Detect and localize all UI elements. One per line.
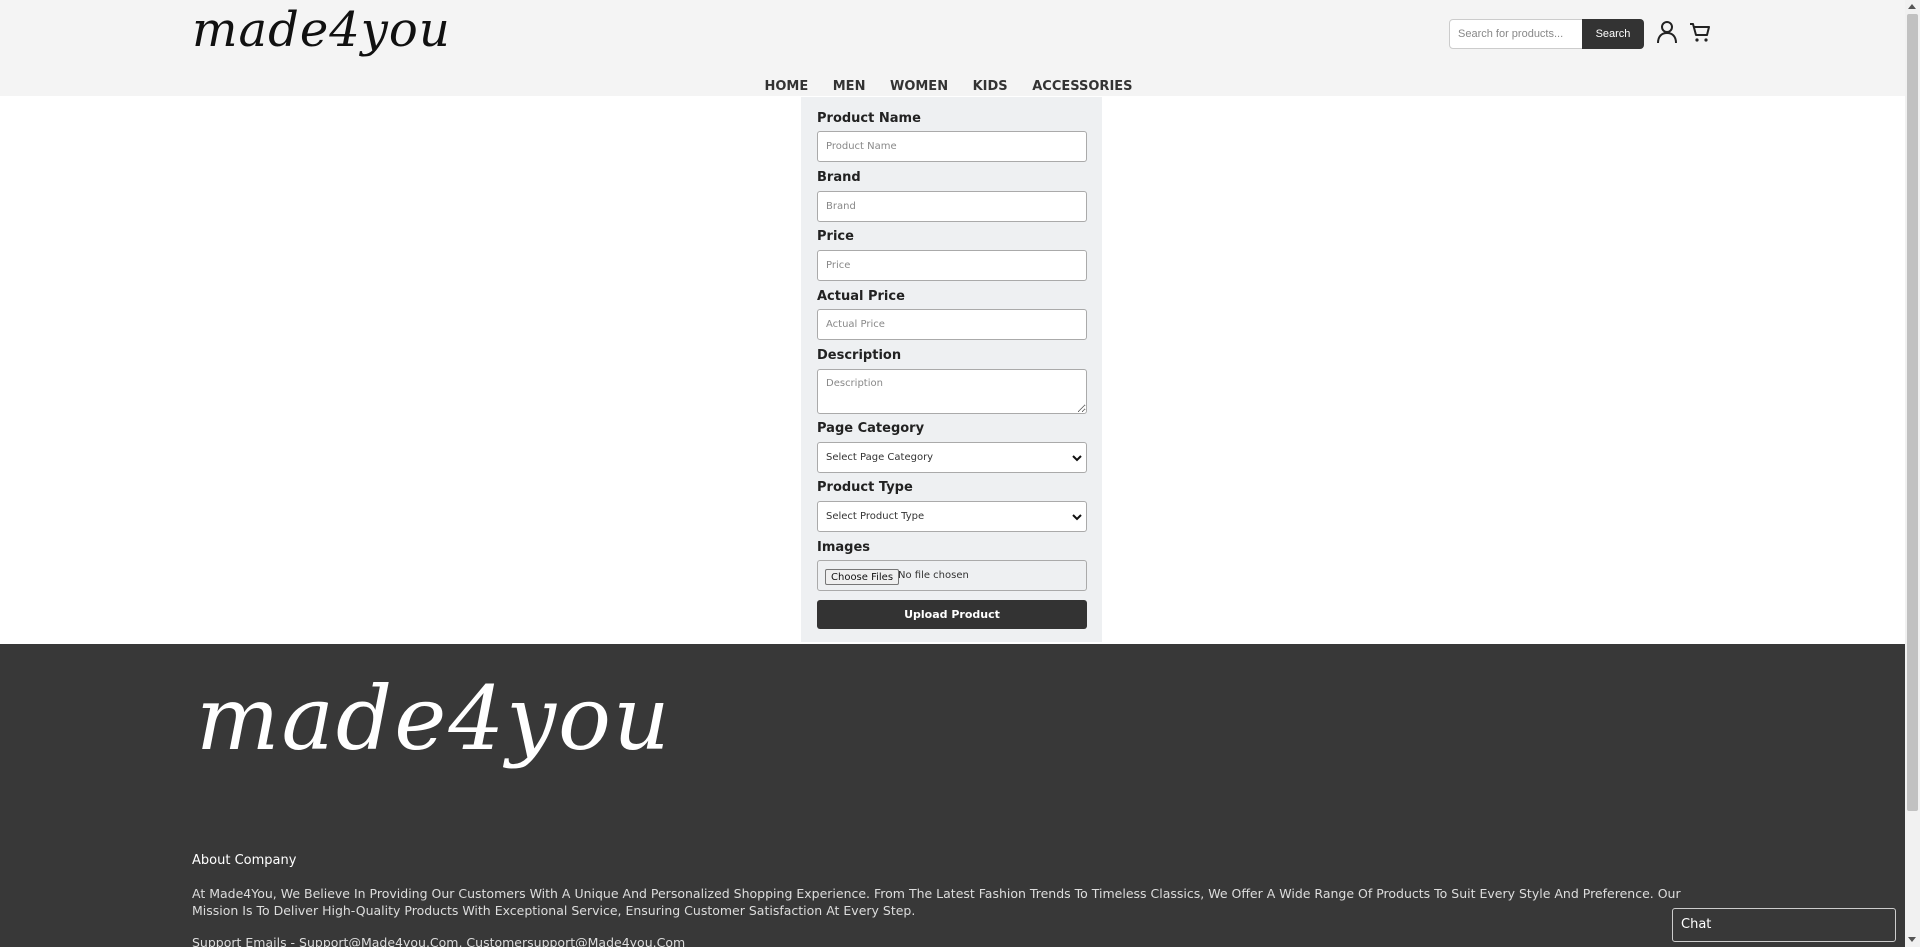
upload-product-button[interactable]: Upload Product	[817, 600, 1087, 629]
about-company-text: At Made4You, We Believe In Providing Our…	[192, 886, 1681, 918]
brand-label: Brand	[817, 170, 861, 185]
nav-home[interactable]: HOME	[764, 79, 808, 94]
site-footer: made4you About Company At Made4You, We B…	[0, 644, 1905, 947]
search-input[interactable]	[1449, 19, 1583, 49]
images-file-input[interactable]: Choose Files No file chosen	[817, 560, 1087, 591]
cart-icon[interactable]	[1688, 20, 1712, 44]
product-type-select[interactable]: Select Product Type	[817, 501, 1087, 532]
actual-price-input[interactable]	[817, 309, 1087, 340]
nav-accessories[interactable]: ACCESSORIES	[1032, 79, 1132, 94]
choose-files-button[interactable]: Choose Files	[825, 569, 900, 585]
product-type-label: Product Type	[817, 480, 913, 495]
price-label: Price	[817, 229, 854, 244]
search-button[interactable]: Search	[1582, 19, 1644, 49]
brand-input[interactable]	[817, 191, 1087, 222]
support-emails: Support Emails - Support@Made4you.Com, C…	[192, 935, 686, 947]
site-logo[interactable]: made4you	[192, 0, 451, 60]
file-status: No file chosen	[898, 570, 969, 581]
scroll-thumb[interactable]	[1907, 14, 1918, 811]
site-header: made4you Search HOME MEN WOMEN KIDS ACCE…	[0, 0, 1905, 96]
main-nav: HOME MEN WOMEN KIDS ACCESSORIES	[0, 79, 1901, 94]
nav-men[interactable]: MEN	[833, 79, 866, 94]
user-icon[interactable]	[1656, 20, 1678, 44]
description-label: Description	[817, 348, 902, 363]
nav-women[interactable]: WOMEN	[890, 79, 948, 94]
price-input[interactable]	[817, 250, 1087, 281]
nav-kids[interactable]: KIDS	[973, 79, 1008, 94]
page-category-label: Page Category	[817, 421, 925, 436]
scroll-up-icon[interactable]	[1908, 4, 1916, 9]
product-name-input[interactable]	[817, 131, 1087, 162]
images-label: Images	[817, 540, 871, 555]
footer-logo: made4you	[196, 667, 672, 770]
scroll-down-icon[interactable]	[1908, 937, 1916, 942]
actual-price-label: Actual Price	[817, 289, 905, 304]
page-scrollbar[interactable]	[1905, 0, 1920, 947]
page-category-select[interactable]: Select Page Category	[817, 442, 1087, 473]
product-name-label: Product Name	[817, 111, 921, 126]
chat-widget[interactable]: Chat	[1672, 908, 1896, 942]
description-textarea[interactable]	[817, 369, 1087, 414]
upload-product-form: Product Name Brand Price Actual Price De…	[801, 97, 1102, 642]
about-company-title: About Company	[192, 853, 297, 868]
